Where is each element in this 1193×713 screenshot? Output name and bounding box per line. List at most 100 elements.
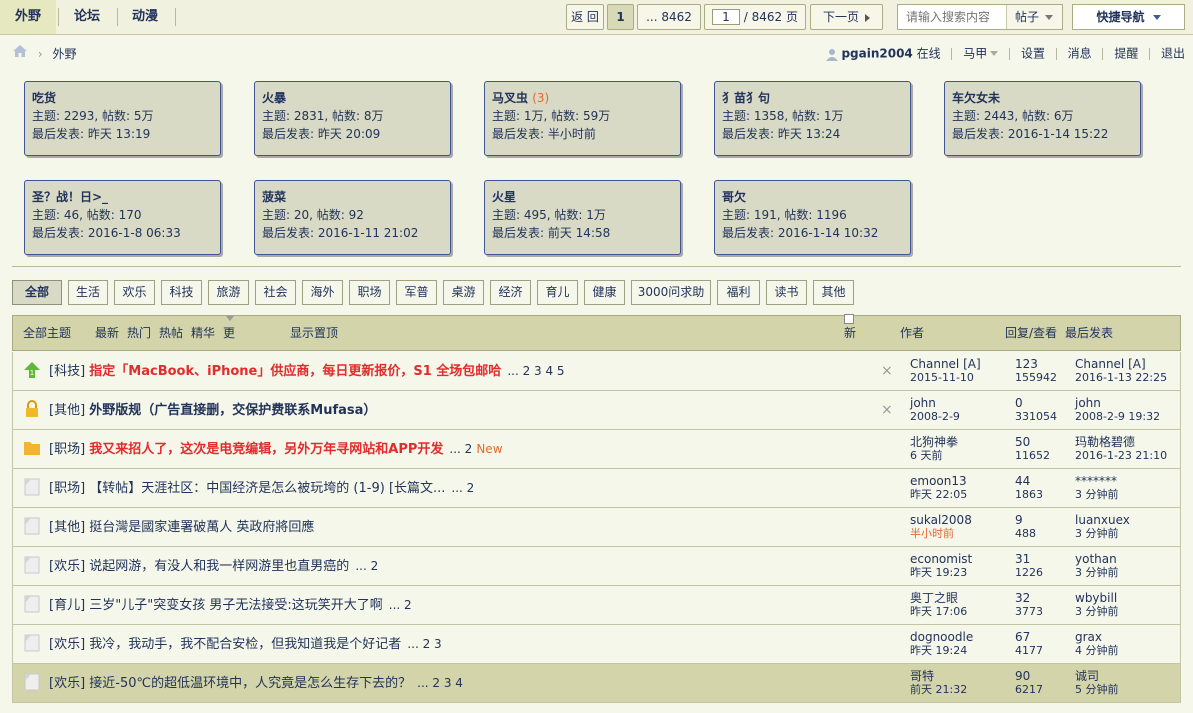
thread-pages[interactable]: ... 2: [389, 598, 412, 612]
last-post-time[interactable]: 3 分钟前: [1075, 566, 1119, 579]
forum-name[interactable]: 哥欠: [722, 190, 746, 204]
thread-title[interactable]: 【转帖】天涯社区：中国经济是怎么被玩垮的 (1-9) [长篇文...: [89, 481, 445, 496]
reply-count[interactable]: 123: [1015, 357, 1038, 371]
author-name[interactable]: economist: [910, 552, 972, 566]
page-current[interactable]: 1: [607, 4, 634, 30]
author-name[interactable]: 北狗神拳: [910, 435, 958, 449]
thread-icon[interactable]: [23, 634, 41, 652]
reply-count[interactable]: 44: [1015, 474, 1030, 488]
forum-box[interactable]: 圣？战！日>_ 主题: 46, 帖数: 170 最后发表: 2016-1-8 0…: [24, 180, 221, 255]
thread-row[interactable]: [育儿] 三岁"儿子"突变女孩 男子无法接受:这玩笑开大了啊 ... 2 奥丁之眼昨…: [12, 586, 1181, 625]
thread-category-tag[interactable]: [职场]: [49, 481, 85, 496]
forum-box[interactable]: 菠菜 主题: 20, 帖数: 92 最后发表: 2016-1-11 21:02: [254, 180, 451, 255]
forum-box[interactable]: 哥欠 主题: 191, 帖数: 1196 最后发表: 2016-1-14 10:…: [714, 180, 911, 255]
author-name[interactable]: Channel [A]: [910, 357, 981, 371]
author-name[interactable]: john: [910, 396, 936, 410]
thread-row[interactable]: [职场] 【转帖】天涯社区：中国经济是怎么被玩垮的 (1-9) [长篇文....…: [12, 469, 1181, 508]
page-input[interactable]: 1: [711, 8, 740, 25]
back-button[interactable]: 返 回: [566, 4, 604, 30]
thread-category-tag[interactable]: [欢乐]: [49, 637, 85, 652]
forum-name[interactable]: 吃货: [32, 91, 56, 105]
thread-title[interactable]: 我冷，我动手，我不配合安检，但我知道我是个好记者: [89, 637, 401, 652]
nav-tab-anime[interactable]: 动漫: [118, 0, 172, 34]
show-sticky-toggle[interactable]: 显示置顶: [290, 316, 338, 350]
filter-latest[interactable]: 最新: [95, 316, 119, 350]
close-icon[interactable]: ×: [881, 402, 893, 418]
thread-pages[interactable]: ... 2 3 4 5: [507, 364, 564, 378]
forum-box[interactable]: 火暴 主题: 2831, 帖数: 8万 最后发表: 昨天 20:09: [254, 81, 451, 156]
horse-menu[interactable]: 马甲: [963, 46, 999, 61]
thread-icon[interactable]: [23, 673, 41, 691]
forum-name[interactable]: 车欠女未: [952, 91, 1000, 105]
last-poster[interactable]: 玛勒格碧德: [1075, 435, 1135, 449]
column-last-post[interactable]: 最后发表: [1065, 316, 1113, 350]
reminders-link[interactable]: 提醒: [1114, 47, 1138, 61]
thread-icon[interactable]: [23, 517, 41, 535]
thread-category-tag[interactable]: [职场]: [49, 442, 85, 457]
thread-row[interactable]: [欢乐] 我冷，我动手，我不配合安检，但我知道我是个好记者 ... 2 3 dogn…: [12, 625, 1181, 664]
thread-title[interactable]: 外野版规（广告直接删，交保护费联系Mufasa）: [89, 403, 376, 418]
last-poster[interactable]: yothan: [1075, 552, 1117, 566]
thread-pages[interactable]: ... 2 3: [407, 637, 441, 651]
logout-link[interactable]: 退出: [1161, 47, 1185, 61]
category-health[interactable]: 健康: [584, 280, 625, 305]
last-post-time[interactable]: 2016-1-23 21:10: [1075, 449, 1167, 462]
thread-pages[interactable]: ... 2: [355, 559, 378, 573]
thread-category-tag[interactable]: [育儿]: [49, 598, 85, 613]
forum-box[interactable]: 马叉虫 (3) 主题: 1万, 帖数: 59万 最后发表: 半小时前: [484, 81, 681, 156]
category-tech[interactable]: 科技: [161, 280, 202, 305]
category-welfare[interactable]: 福利: [717, 280, 760, 305]
thread-title[interactable]: 我又来招人了，这次是电竞编辑，另外万年寻网站和APP开发: [89, 442, 443, 457]
thread-title[interactable]: 指定「MacBook、iPhone」供应商，每日更新报价，S1 全场包邮哈: [89, 364, 501, 379]
quick-nav-button[interactable]: 快捷导航: [1072, 4, 1185, 30]
search-input[interactable]: [898, 5, 1006, 29]
category-society[interactable]: 社会: [255, 280, 296, 305]
thread-category-tag[interactable]: [科技]: [49, 364, 85, 379]
thread-title[interactable]: 接近-50℃的超低温环境中，人究竟是怎么生存下去的？: [89, 676, 411, 691]
forum-box[interactable]: 吃货 主题: 2293, 帖数: 5万 最后发表: 昨天 13:19: [24, 81, 221, 156]
category-overseas[interactable]: 海外: [302, 280, 343, 305]
reply-count[interactable]: 67: [1015, 630, 1030, 644]
filter-digest[interactable]: 精华: [191, 316, 215, 350]
category-reading[interactable]: 读书: [766, 280, 807, 305]
last-post-time[interactable]: 5 分钟前: [1075, 683, 1119, 696]
author-name[interactable]: 哥特: [910, 669, 934, 683]
filter-all-threads[interactable]: 全部主题: [23, 316, 71, 350]
forum-name[interactable]: 菠菜: [262, 190, 286, 204]
home-icon[interactable]: [12, 44, 28, 63]
thread-title[interactable]: 三岁"儿子"突变女孩 男子无法接受:这玩笑开大了啊: [89, 598, 382, 613]
thread-row[interactable]: 1 [科技] 指定「MacBook、iPhone」供应商，每日更新报价，S1 全场…: [12, 352, 1181, 391]
thread-row[interactable]: [职场] 我又来招人了，这次是电竞编辑，另外万年寻网站和APP开发 ... 2 Ne…: [12, 430, 1181, 469]
category-career[interactable]: 职场: [349, 280, 390, 305]
forum-box[interactable]: 车欠女未 主题: 2443, 帖数: 6万 最后发表: 2016-1-14 15…: [944, 81, 1141, 156]
last-poster[interactable]: *******: [1075, 474, 1117, 488]
username-link[interactable]: pgain2004: [841, 47, 912, 61]
forum-name[interactable]: 火星: [492, 190, 516, 204]
reply-count[interactable]: 90: [1015, 669, 1030, 683]
messages-link[interactable]: 消息: [1068, 47, 1092, 61]
thread-pages[interactable]: ... 2: [449, 442, 472, 456]
settings-link[interactable]: 设置: [1021, 47, 1045, 61]
author-name[interactable]: sukal2008: [910, 513, 972, 527]
category-boardgame[interactable]: 桌游: [443, 280, 484, 305]
next-page-button[interactable]: 下一页: [810, 4, 883, 30]
category-life[interactable]: 生活: [68, 280, 108, 305]
reply-count[interactable]: 0: [1015, 396, 1023, 410]
forum-name[interactable]: 圣？战！日>_: [32, 190, 108, 204]
reply-count[interactable]: 50: [1015, 435, 1030, 449]
reply-count[interactable]: 31: [1015, 552, 1030, 566]
category-fun[interactable]: 欢乐: [114, 280, 155, 305]
category-military[interactable]: 军普: [396, 280, 437, 305]
forum-box[interactable]: 犭苗犭句 主题: 1358, 帖数: 1万 最后发表: 昨天 13:24: [714, 81, 911, 156]
thread-pages[interactable]: ... 2: [451, 481, 474, 495]
last-poster[interactable]: Channel [A]: [1075, 357, 1146, 371]
close-icon[interactable]: ×: [881, 363, 893, 379]
filter-hot[interactable]: 热门: [127, 316, 151, 350]
last-post-time[interactable]: 2008-2-9 19:32: [1075, 410, 1160, 423]
category-all[interactable]: 全部: [12, 280, 62, 305]
thread-pages[interactable]: ... 2 3 4: [417, 676, 463, 690]
thread-row[interactable]: [欢乐] 说起网游，有没人和我一样网游里也直男癌的 ... 2 economist 昨…: [12, 547, 1181, 586]
thread-category-tag[interactable]: [欢乐]: [49, 676, 85, 691]
nav-tab-waiye[interactable]: 外野: [0, 0, 56, 34]
column-replies-views[interactable]: 回复/查看: [1005, 316, 1057, 350]
